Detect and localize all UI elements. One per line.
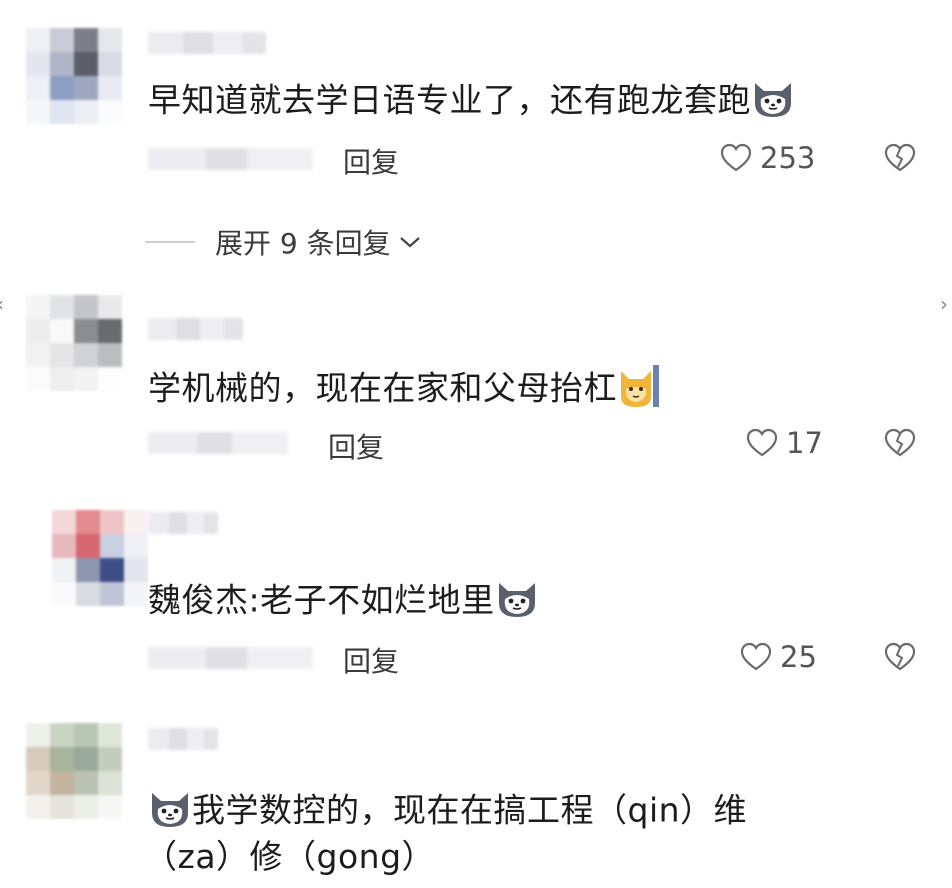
broken-heart-icon [884, 143, 916, 172]
username-blurred[interactable] [148, 32, 266, 54]
like-button[interactable]: 253 [720, 141, 815, 175]
username-blurred[interactable] [148, 728, 218, 750]
like-count: 25 [780, 640, 817, 674]
reply-button[interactable]: 回复 [328, 426, 384, 466]
heart-icon [746, 428, 778, 457]
expand-replies-label: 展开 9 条回复 [215, 227, 391, 260]
divider-line [145, 241, 195, 243]
comment-text: 学机械的，现在在家和父母抬杠 [148, 363, 661, 417]
timestamp-blurred [148, 647, 313, 669]
heart-icon [740, 642, 772, 671]
cat-emoji-icon [617, 363, 661, 417]
comment-text-line-1: 我学数控的，现在在搞工程（qin）维 [148, 787, 747, 837]
dislike-button[interactable] [884, 642, 916, 676]
avatar[interactable] [26, 723, 122, 819]
username-blurred[interactable] [148, 318, 243, 340]
comment-text-line-2: （za）修（gong） [144, 837, 436, 876]
heart-icon [720, 143, 752, 172]
broken-heart-icon [884, 642, 916, 671]
husky-emoji-icon [148, 787, 192, 837]
avatar[interactable] [52, 510, 148, 606]
broken-heart-icon [884, 428, 916, 457]
reply-button[interactable]: 回复 [343, 640, 399, 680]
timestamp-blurred [148, 432, 288, 454]
chevron-down-icon [399, 237, 420, 248]
avatar[interactable] [26, 28, 122, 124]
username-blurred[interactable] [148, 512, 218, 534]
expand-replies-button[interactable]: 展开 9 条回复 [145, 222, 421, 262]
dislike-button[interactable] [884, 428, 916, 462]
husky-emoji-icon [495, 577, 539, 627]
like-button[interactable]: 17 [746, 426, 823, 460]
dislike-button[interactable] [884, 143, 916, 177]
like-count: 253 [760, 141, 816, 175]
like-count: 17 [786, 426, 823, 460]
husky-emoji-icon [751, 77, 795, 127]
timestamp-blurred [148, 148, 313, 170]
right-edge-arrow-icon: › [940, 292, 948, 316]
comment-text: 早知道就去学日语专业了，还有跑龙套跑 [148, 77, 795, 127]
comment-text: 魏俊杰:老子不如烂地里 [148, 577, 539, 627]
left-edge-arrow-icon: ‹ [0, 292, 4, 316]
avatar[interactable] [26, 295, 122, 391]
reply-button[interactable]: 回复 [343, 141, 399, 181]
like-button[interactable]: 25 [740, 640, 817, 674]
